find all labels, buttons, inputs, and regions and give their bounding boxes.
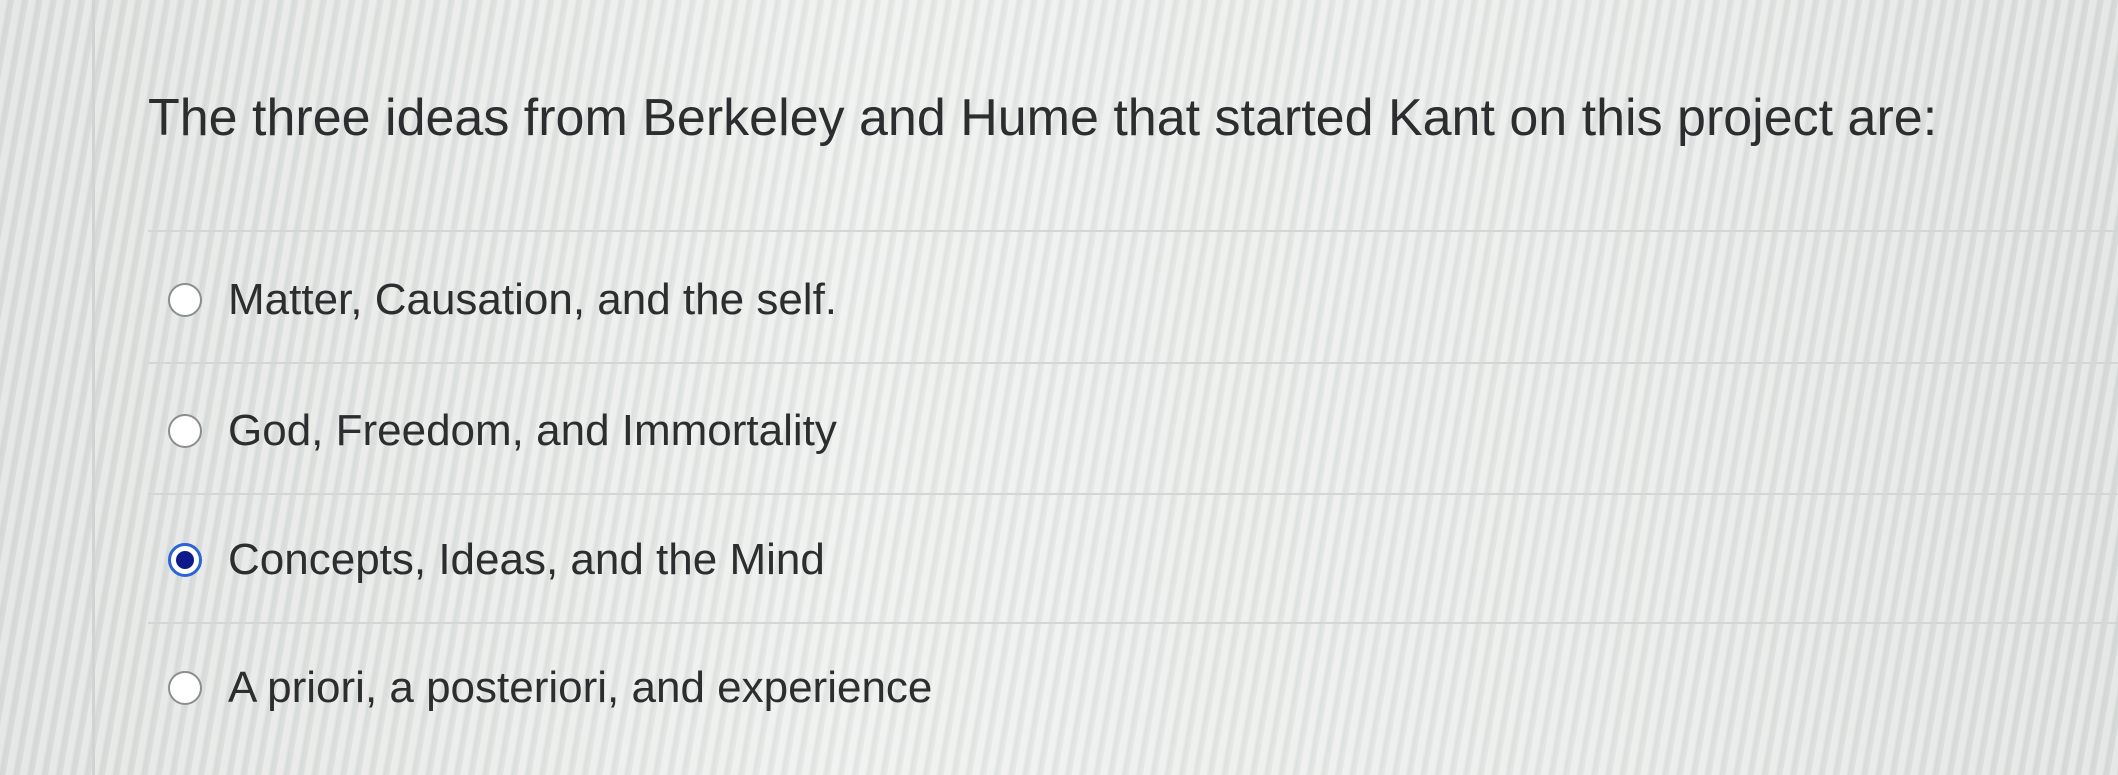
answer-option-label: God, Freedom, and Immortality: [228, 406, 837, 455]
answer-option-label: A priori, a posteriori, and experience: [228, 663, 933, 712]
answer-option-4[interactable]: A priori, a posteriori, and experience: [168, 653, 932, 723]
question-text: The three ideas from Berkeley and Hume t…: [148, 89, 1938, 147]
divider: [148, 230, 2118, 232]
divider: [148, 362, 2118, 364]
radio-unchecked-icon[interactable]: [168, 671, 202, 705]
radio-unchecked-icon[interactable]: [168, 283, 202, 317]
radio-unchecked-icon[interactable]: [168, 414, 202, 448]
divider: [148, 493, 2118, 495]
answer-option-1[interactable]: Matter, Causation, and the self.: [168, 265, 837, 335]
answer-option-3[interactable]: Concepts, Ideas, and the Mind: [168, 525, 825, 595]
page-left-border: [92, 0, 95, 775]
radio-checked-icon[interactable]: [168, 543, 202, 577]
quiz-question-panel: The three ideas from Berkeley and Hume t…: [148, 0, 2118, 775]
answer-option-label: Matter, Causation, and the self.: [228, 275, 838, 324]
answer-option-2[interactable]: God, Freedom, and Immortality: [168, 396, 837, 466]
divider: [148, 622, 2118, 624]
answer-option-label: Concepts, Ideas, and the Mind: [228, 535, 825, 584]
